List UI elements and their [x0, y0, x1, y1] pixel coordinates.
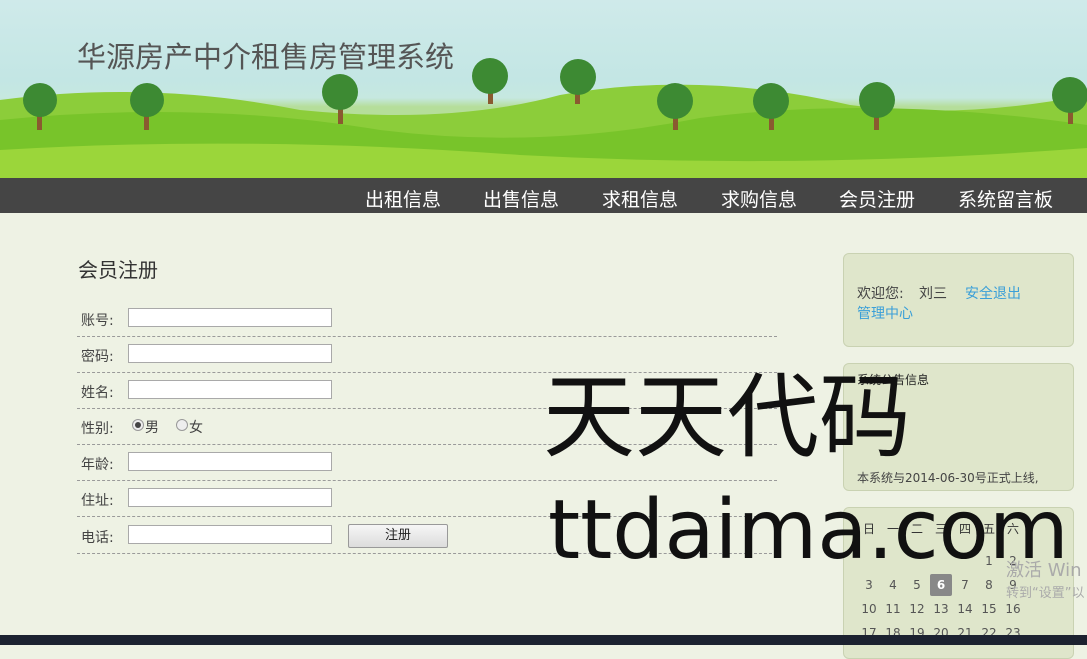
gender-female-radio[interactable] [176, 419, 188, 431]
name-label: 姓名: [81, 385, 114, 401]
account-label: 账号: [81, 313, 114, 329]
register-button[interactable]: 注册 [348, 524, 448, 548]
calendar-day[interactable]: 11 [882, 602, 904, 616]
nav-member-register[interactable]: 会员注册 [839, 185, 915, 212]
watermark-chinese: 天天代码 [543, 364, 912, 471]
name-input[interactable] [128, 380, 332, 399]
account-input[interactable] [128, 308, 332, 327]
calendar-day[interactable]: 10 [858, 602, 880, 616]
calendar-day[interactable]: 12 [906, 602, 928, 616]
gender-male-label: 男 [145, 420, 159, 436]
windows-activation-hint: 转到“设置”以 [1006, 586, 1085, 601]
password-input[interactable] [128, 344, 332, 363]
password-label: 密码: [81, 349, 114, 365]
main-nav: 出租信息 出售信息 求租信息 求购信息 会员注册 系统留言板 [0, 178, 1087, 213]
header-banner: 华源房产中介租售房管理系统 [0, 0, 1087, 178]
age-input[interactable] [128, 452, 332, 471]
nav-seek-buy[interactable]: 求购信息 [721, 185, 797, 212]
user-panel: 欢迎您: 刘三 安全退出 管理中心 [843, 253, 1074, 347]
calendar-day[interactable]: 14 [954, 602, 976, 616]
address-label: 住址: [81, 493, 114, 509]
phone-input[interactable] [128, 525, 332, 544]
calendar-day[interactable]: 3 [858, 578, 880, 592]
admin-center-link[interactable]: 管理中心 [857, 303, 913, 323]
calendar-day[interactable]: 4 [882, 578, 904, 592]
form-row-account: 账号: [77, 300, 777, 337]
gender-female-label: 女 [189, 420, 203, 436]
windows-activation-title: 激活 Win [1006, 560, 1082, 581]
logout-link[interactable]: 安全退出 [965, 283, 1021, 303]
nav-sale-info[interactable]: 出售信息 [483, 185, 559, 212]
gender-label: 性别: [81, 421, 114, 437]
username: 刘三 [919, 286, 947, 302]
gender-male-radio[interactable] [132, 419, 144, 431]
site-title: 华源房产中介租售房管理系统 [77, 40, 455, 74]
watermark-domain: ttdaima.com [548, 483, 1069, 578]
landscape-illustration [0, 58, 1087, 178]
nav-seek-rent[interactable]: 求租信息 [602, 185, 678, 212]
page-title: 会员注册 [78, 258, 158, 282]
age-label: 年龄: [81, 457, 114, 473]
calendar-day[interactable]: 16 [1002, 602, 1024, 616]
nav-rent-info[interactable]: 出租信息 [365, 185, 441, 212]
calendar-day[interactable]: 5 [906, 578, 928, 592]
nav-message-board[interactable]: 系统留言板 [958, 185, 1053, 212]
phone-label: 电话: [81, 530, 114, 546]
calendar-day[interactable]: 8 [978, 578, 1000, 592]
address-input[interactable] [128, 488, 332, 507]
welcome-text: 欢迎您: [857, 286, 904, 302]
os-taskbar [0, 635, 1087, 645]
calendar-day[interactable]: 7 [954, 578, 976, 592]
calendar-day[interactable]: 15 [978, 602, 1000, 616]
calendar-day[interactable]: 13 [930, 602, 952, 616]
